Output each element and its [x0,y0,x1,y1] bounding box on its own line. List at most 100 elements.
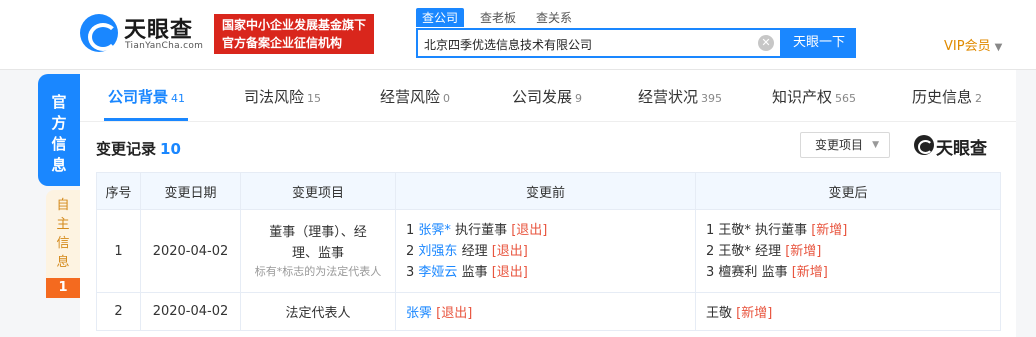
tab-intellectual-property[interactable]: 知识产权 565 [772,86,856,107]
tab-label: 历史信息 [912,88,973,106]
side-tab-char: 方 [51,114,67,132]
change-item-filter[interactable]: 变更项目 ▼ [800,132,890,158]
entry-index: 2 [706,243,715,259]
search-tab-relation[interactable]: 查关系 [536,9,572,26]
tab-count: 565 [835,92,857,105]
cell-after: 王敬 [新增] [695,292,1001,331]
item-note: 标有*标志的为法定代表人 [254,265,382,278]
search-input[interactable]: 北京四季优选信息技术有限公司 ✕ [416,28,782,58]
cell-no: 2 [96,292,141,331]
side-tab-self-info[interactable]: 自 主 信 息 1 [46,190,80,298]
tab-label: 经营风险 [380,88,441,106]
tab-history-info[interactable]: 历史信息 2 [912,86,982,107]
cell-before: 张霁 [退出] [395,292,696,331]
record-count: 10 [160,140,181,158]
official-badge: 国家中小企业发展基金旗下 官方备案企业征信机构 [214,14,374,54]
active-tab-underline [104,118,188,121]
exit-tag: [退出] [436,306,473,321]
person-name: 王敬* [718,222,751,238]
entry-index: 1 [406,222,415,238]
entry-role: 经理 [755,243,782,259]
side-tab-char: 信 [56,236,70,251]
tab-label: 司法风险 [244,88,305,106]
search-tab-boss[interactable]: 查老板 [480,9,516,26]
logo-text: 天眼查 [124,18,194,43]
tab-label: 公司发展 [512,88,573,106]
tab-count: 41 [171,92,186,105]
search-tab-company[interactable]: 查公司 [416,8,465,27]
entry-role: 执行董事 [755,222,808,238]
caret-down-icon: ▼ [872,140,879,150]
tab-count: 0 [443,92,451,105]
table-row: 2 2020-04-02 法定代表人 张霁 [退出] 王敬 [新增] [96,292,1001,331]
entry-role: 执行董事 [455,222,508,238]
cell-no: 1 [96,209,141,293]
search-button[interactable]: 天眼一下 [782,28,856,58]
exit-tag: [退出] [491,264,528,280]
side-tab-char: 主 [56,217,70,232]
cell-item: 法定代表人 [240,292,396,331]
tab-company-background[interactable]: 公司背景 41 [108,86,185,107]
exit-tag: [退出] [491,243,528,259]
side-tab-char: 信 [51,135,67,153]
person-link[interactable]: 张霁* [418,223,451,238]
person-name: 王敬* [718,243,751,259]
cell-item: 董事（理事）、经 理、监事 标有*标志的为法定代表人 [240,209,396,293]
before-entry: 3 李娅云 监事 [退出] [406,262,695,283]
section-title: 变更记录 10 [96,138,181,159]
cell-date: 2020-04-02 [140,209,241,293]
item-text: 理、监事 [291,246,344,261]
side-tab-official-info[interactable]: 官 方 信 息 [38,74,80,186]
new-tag: [新增] [785,243,822,259]
top-header: 天眼查 TianYanCha.com 国家中小企业发展基金旗下 官方备案企业征信… [0,0,1036,70]
logo-subtext: TianYanCha.com [125,41,204,51]
tianyancha-logo[interactable]: 天眼查 TianYanCha.com [80,12,208,56]
side-tab-char: 自 [56,198,70,213]
person-name: 檀赛利 [718,264,758,280]
search-input-value: 北京四季优选信息技术有限公司 [424,38,593,52]
before-entry: 1 张霁* 执行董事 [退出] [406,220,695,241]
watermark-logo: 天眼查 [914,132,1000,159]
main-card: 公司背景 41 司法风险 15 经营风险 0 公司发展 9 经营状况 395 知识产权 56… [80,70,1016,337]
clear-icon[interactable]: ✕ [758,35,774,51]
exit-tag: [退出] [511,222,548,238]
col-header-no: 序号 [96,172,141,210]
chevron-down-icon: ▼ [994,42,1003,53]
new-tag: [新增] [736,306,773,321]
tab-operating-risk[interactable]: 经营风险 0 [380,86,450,107]
new-tag: [新增] [791,264,828,280]
tab-legal-risk[interactable]: 司法风险 15 [244,86,321,107]
entry-index: 3 [406,264,415,280]
tab-business-status[interactable]: 经营状况 395 [638,86,722,107]
person-name: 王敬 [706,306,733,321]
col-header-after: 变更后 [695,172,1001,210]
badge-line-2: 官方备案企业征信机构 [222,36,343,50]
tab-count: 9 [575,92,583,105]
person-link[interactable]: 张霁 [406,306,432,321]
person-link[interactable]: 刘强东 [418,244,457,259]
category-tabs: 公司背景 41 司法风险 15 经营风险 0 公司发展 9 经营状况 395 知识产权 56… [80,70,1016,122]
tab-count: 15 [307,92,322,105]
person-link[interactable]: 李娅云 [418,265,457,280]
tab-count: 2 [975,92,983,105]
vip-label: VIP会员 [944,39,991,54]
change-record-table: 序号 变更日期 变更项目 变更前 变更后 1 2020-04-02 董事（理事）… [96,172,1001,331]
table-row: 1 2020-04-02 董事（理事）、经 理、监事 标有*标志的为法定代表人 … [96,209,1001,293]
col-header-date: 变更日期 [140,172,241,210]
side-tab-char: 息 [56,255,70,270]
tab-label: 知识产权 [772,88,833,106]
after-entry: 2 王敬* 经理 [新增] [706,241,1000,262]
entry-index: 2 [406,243,415,259]
entry-role: 监事 [761,264,788,280]
tab-label: 公司背景 [108,88,169,106]
side-tab-char: 官 [51,93,67,111]
tab-label: 经营状况 [638,88,699,106]
badge-line-1: 国家中小企业发展基金旗下 [222,18,367,32]
after-entry: 3 檀赛利 监事 [新增] [706,262,1000,283]
table-header-row: 序号 变更日期 变更项目 变更前 变更后 [96,172,1001,210]
vip-menu[interactable]: VIP会员 ▼ [944,35,1002,54]
tab-company-development[interactable]: 公司发展 9 [512,86,582,107]
section-title-text: 变更记录 [96,140,157,158]
entry-role: 经理 [461,243,488,259]
eye-logo-icon [914,135,934,155]
